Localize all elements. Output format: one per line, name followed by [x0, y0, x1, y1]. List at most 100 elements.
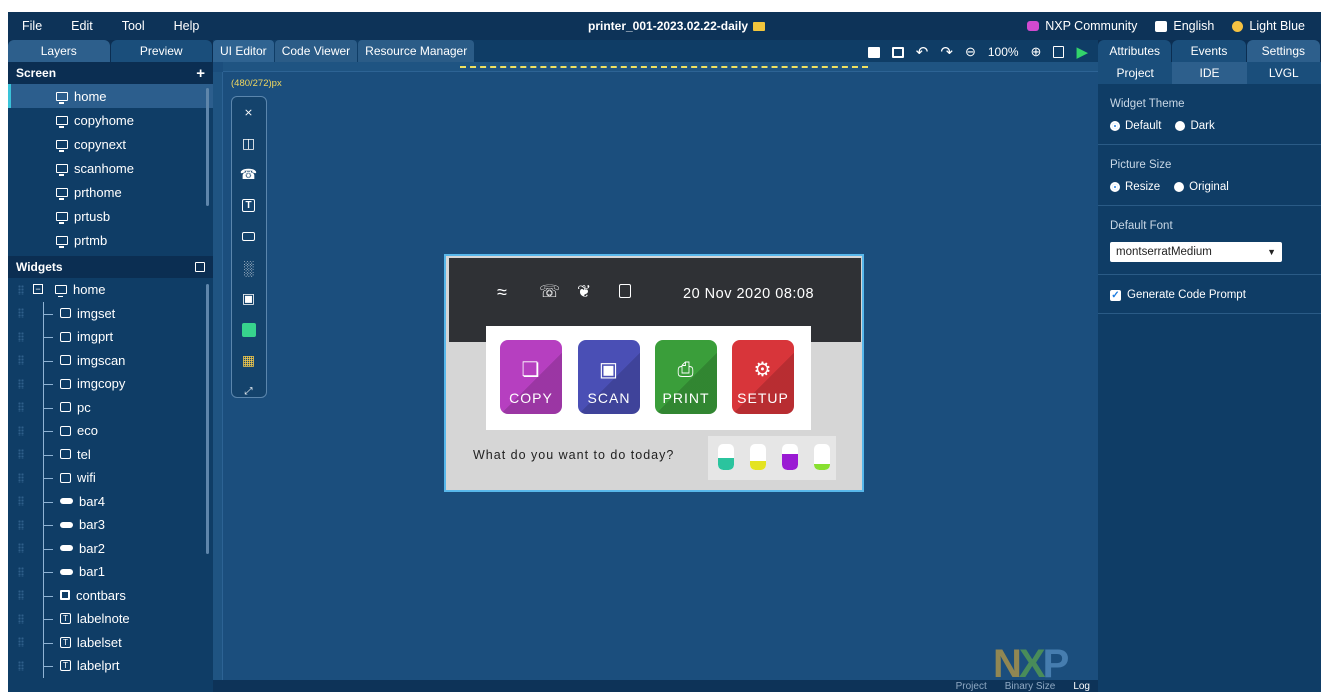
widget-item[interactable]: bar4 [8, 489, 213, 513]
property-tabs: Attributes Events Settings [1098, 40, 1321, 62]
screen-item-copynext[interactable]: copynext [8, 132, 213, 156]
popout-icon[interactable] [195, 262, 205, 272]
project-status[interactable]: Project [956, 681, 987, 692]
drag-handle-icon[interactable] [18, 590, 24, 601]
tab-settings[interactable]: Settings [1246, 40, 1320, 62]
chart-widget-icon[interactable]: ░ [232, 252, 265, 283]
widget-item[interactable]: pc [8, 395, 213, 419]
widget-item[interactable]: contbars [8, 583, 213, 607]
copy-button[interactable]: ❏ COPY [500, 340, 562, 414]
drag-handle-icon[interactable] [18, 660, 24, 671]
theme-dark-radio[interactable]: Dark [1175, 120, 1215, 132]
language-selector[interactable]: English [1155, 19, 1214, 33]
subtab-lvgl[interactable]: LVGL [1247, 62, 1321, 84]
original-radio[interactable]: Original [1174, 181, 1229, 193]
zoom-out-icon[interactable]: ⊖ [965, 44, 976, 60]
widget-item[interactable]: tel [8, 442, 213, 466]
tab-layers[interactable]: Layers [8, 40, 110, 62]
menu-help[interactable]: Help [160, 19, 215, 33]
screen-item-prtusb[interactable]: prtusb [8, 204, 213, 228]
print-button[interactable]: ⎙ PRINT [655, 340, 717, 414]
drag-handle-icon[interactable] [18, 543, 24, 554]
widget-scrollbar[interactable] [206, 284, 209, 554]
subtab-ide[interactable]: IDE [1172, 62, 1247, 84]
screen-item-prthome[interactable]: prthome [8, 180, 213, 204]
screen-scrollbar[interactable] [206, 88, 209, 206]
widget-item[interactable]: Tlabelnote [8, 607, 213, 631]
menu-edit[interactable]: Edit [57, 19, 108, 33]
widget-item[interactable]: Tlabelprt [8, 654, 213, 678]
expand-icon[interactable]: ⤢ [232, 376, 265, 407]
widget-item[interactable]: bar3 [8, 513, 213, 537]
send-back-icon[interactable] [891, 46, 904, 58]
theme-selector[interactable]: Light Blue [1232, 19, 1305, 33]
drag-handle-icon[interactable] [18, 284, 24, 295]
code-icon[interactable] [1053, 46, 1065, 58]
drag-handle-icon[interactable] [18, 331, 24, 342]
widget-item[interactable]: imgset [8, 301, 213, 325]
drag-handle-icon[interactable] [18, 637, 24, 648]
tab-attributes[interactable]: Attributes [1098, 40, 1172, 62]
collapse-tree-icon[interactable]: − [33, 284, 43, 294]
collapse-icon[interactable]: ⨯ [232, 97, 265, 128]
tab-code-viewer[interactable]: Code Viewer [274, 40, 358, 62]
widget-item[interactable]: imgscan [8, 348, 213, 372]
drag-handle-icon[interactable] [18, 355, 24, 366]
drag-handle-icon[interactable] [18, 566, 24, 577]
widget-label: imgprt [77, 329, 114, 345]
animation-widget-icon[interactable] [232, 314, 265, 345]
canvas-dimensions: (480/272)px [231, 78, 282, 89]
log-status[interactable]: Log [1073, 681, 1090, 692]
theme-default-radio[interactable]: Default [1110, 120, 1161, 132]
qrcode-widget-icon[interactable]: ▦ [232, 345, 265, 376]
screen-item-copyhome[interactable]: copyhome [8, 108, 213, 132]
monitor-icon [55, 285, 67, 298]
drag-handle-icon[interactable] [18, 425, 24, 436]
default-font-select[interactable]: montserratMedium ▼ [1110, 242, 1282, 262]
run-icon[interactable]: ▶ [1076, 43, 1088, 61]
tab-preview[interactable]: Preview [110, 40, 212, 62]
zoom-in-icon[interactable]: ⊕ [1031, 44, 1042, 60]
drag-handle-icon[interactable] [18, 308, 24, 319]
resize-radio[interactable]: Resize [1110, 181, 1160, 193]
tab-ui-editor[interactable]: UI Editor [213, 40, 274, 62]
widget-item-home[interactable]: − home [8, 278, 213, 302]
screen-label: home [74, 88, 107, 104]
widget-item[interactable]: bar2 [8, 536, 213, 560]
setup-button[interactable]: ⚙ SETUP [732, 340, 794, 414]
button-widget-icon[interactable] [232, 221, 265, 252]
drag-handle-icon[interactable] [18, 402, 24, 413]
generate-code-prompt-checkbox[interactable]: ✓ Generate Code Prompt [1110, 289, 1309, 301]
subtab-project[interactable]: Project [1098, 62, 1172, 84]
tab-resource-manager[interactable]: Resource Manager [358, 40, 475, 62]
menu-tool[interactable]: Tool [108, 19, 160, 33]
screen-item-scanhome[interactable]: scanhome [8, 156, 213, 180]
add-screen-icon[interactable]: + [196, 65, 205, 82]
redo-icon[interactable]: ↷ [940, 43, 953, 61]
widget-item[interactable]: eco [8, 419, 213, 443]
label-widget-icon[interactable]: T [232, 190, 265, 221]
drag-handle-icon[interactable] [18, 496, 24, 507]
widget-item[interactable]: Tlabelset [8, 630, 213, 654]
drag-handle-icon[interactable] [18, 519, 24, 530]
screen-item-home[interactable]: home [8, 84, 213, 108]
input-widget-icon[interactable]: ☎ [232, 159, 265, 190]
widget-item[interactable]: imgcopy [8, 372, 213, 396]
layout-widget-icon[interactable]: ◫ [232, 128, 265, 159]
undo-icon[interactable]: ↶ [916, 43, 929, 61]
menu-file[interactable]: File [8, 19, 57, 33]
drag-handle-icon[interactable] [18, 449, 24, 460]
drag-handle-icon[interactable] [18, 613, 24, 624]
tab-events[interactable]: Events [1172, 40, 1246, 62]
image-widget-icon[interactable]: ▣ [232, 283, 265, 314]
scan-button[interactable]: ▣ SCAN [578, 340, 640, 414]
nxp-community-link[interactable]: NXP Community [1027, 19, 1137, 33]
widget-item[interactable]: bar1 [8, 560, 213, 584]
screen-item-prtmb[interactable]: prtmb [8, 228, 213, 252]
widget-item[interactable]: wifi [8, 466, 213, 490]
device-canvas[interactable]: ≈ ☏ ❦ 20 Nov 2020 08:08 ❏ COPY ▣ SCAN ⎙ … [444, 254, 864, 492]
drag-handle-icon[interactable] [18, 378, 24, 389]
widget-item[interactable]: imgprt [8, 325, 213, 349]
bring-front-icon[interactable] [867, 46, 880, 58]
drag-handle-icon[interactable] [18, 472, 24, 483]
